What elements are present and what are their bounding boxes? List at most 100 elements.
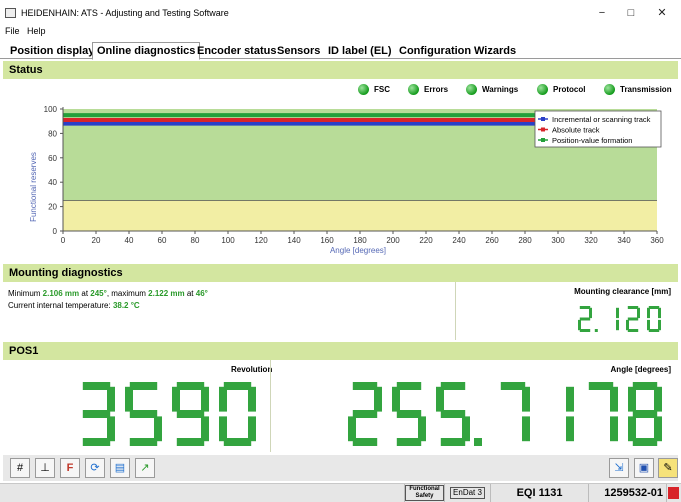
digit-segment <box>627 317 639 321</box>
digit-segment <box>129 410 158 418</box>
digit-segment <box>176 382 205 390</box>
digit-segment <box>579 317 591 321</box>
digit-segment <box>107 416 115 442</box>
menu-file[interactable]: File <box>5 26 20 36</box>
digit-segment <box>352 382 378 390</box>
digit-segment <box>352 438 378 446</box>
x-tick-label: 260 <box>485 236 499 245</box>
divider <box>455 282 456 340</box>
fahrenheit-celsius-icon[interactable]: F <box>60 458 80 478</box>
tab-id-label[interactable]: ID label (EL) <box>324 43 396 59</box>
pos1-header: POS1 <box>3 342 678 360</box>
chart-scale-icon[interactable]: ⇲ <box>609 458 629 478</box>
mounting-clearance-label: Mounting clearance [mm] <box>574 287 671 296</box>
reserve-band <box>63 200 657 231</box>
x-tick-label: 20 <box>92 236 101 245</box>
y-tick-label: 40 <box>48 178 57 187</box>
axes-icon[interactable]: ⊥ <box>35 458 55 478</box>
digit-segment <box>658 307 661 319</box>
digit-segment <box>374 386 382 412</box>
digit-segment <box>440 410 466 418</box>
close-button[interactable]: ✕ <box>650 5 674 21</box>
y-axis-label: Functional reserves <box>29 152 38 222</box>
functional-safety-badge: Functional Safety <box>404 484 444 502</box>
digit-segment <box>436 386 444 412</box>
digit-segment <box>627 306 639 309</box>
tab-wizards[interactable]: Wizards <box>470 43 520 59</box>
digit-segment <box>632 410 658 418</box>
y-tick-label: 20 <box>48 203 57 212</box>
digit-segment <box>396 410 422 418</box>
legend-marker <box>541 127 545 132</box>
tab-encoder-status[interactable]: Encoder status <box>193 43 280 59</box>
save-icon[interactable]: ▣ <box>634 458 654 478</box>
digit-segment <box>248 416 256 442</box>
digit-segment <box>201 386 209 412</box>
angle-label: Angle [degrees] <box>610 365 671 374</box>
digit-segment <box>610 416 618 442</box>
digit-segment <box>440 438 466 446</box>
error-flag-icon <box>666 484 680 502</box>
pos1-panel: Revolution Angle [degrees] <box>3 360 678 452</box>
x-tick-label: 80 <box>191 236 200 245</box>
export-icon[interactable]: ▤ <box>110 458 130 478</box>
digit-segment <box>172 386 180 412</box>
digit-segment <box>462 416 470 442</box>
x-axis-label: Angle [degrees] <box>330 246 386 255</box>
divider <box>270 360 271 452</box>
digit-segment <box>219 386 227 412</box>
digit-segment <box>648 329 660 332</box>
digit-segment <box>578 319 581 331</box>
digit-segment <box>627 329 639 332</box>
digit-segment <box>223 438 252 446</box>
window-title: HEIDENHAIN: ATS - Adjusting and Testing … <box>21 8 229 18</box>
digit-segment <box>396 382 422 390</box>
digit-segment <box>201 416 209 442</box>
revolution-label: Revolution <box>231 365 273 374</box>
x-tick-label: 280 <box>518 236 532 245</box>
digit-segment <box>392 386 400 412</box>
digit-segment <box>588 382 614 390</box>
encoder-model: EQI 1131 <box>490 484 588 502</box>
min-max-line: Minimum 2.106 mm at 245°, maximum 2.122 … <box>8 289 208 298</box>
menu-help[interactable]: Help <box>27 26 46 36</box>
legend-marker <box>541 138 545 142</box>
digit-segment <box>628 416 636 442</box>
digit-segment <box>616 319 619 331</box>
y-tick-label: 0 <box>53 227 58 236</box>
legend-label: Absolute track <box>552 126 600 135</box>
digit-segment <box>589 307 592 319</box>
minimize-button[interactable]: − <box>590 5 614 21</box>
grid-icon[interactable]: # <box>10 458 30 478</box>
wizard-icon[interactable]: ✎ <box>658 458 678 478</box>
tab-position-display[interactable]: Position display <box>6 43 98 59</box>
digit-segment <box>418 416 426 442</box>
chart-legend: Incremental or scanning track Absolute tr… <box>534 110 662 148</box>
mounting-info: Minimum 2.106 mm at 245°, maximum 2.122 … <box>8 288 208 312</box>
tab-sensors[interactable]: Sensors <box>273 43 324 59</box>
digit-segment <box>566 416 574 442</box>
tab-configuration[interactable]: Configuration <box>395 43 475 59</box>
x-tick-label: 340 <box>617 236 631 245</box>
digit-segment <box>647 307 650 319</box>
digit-segment <box>248 386 256 412</box>
digit-segment <box>647 319 650 331</box>
mounting-header: Mounting diagnostics <box>3 264 678 282</box>
digit-segment <box>82 382 111 390</box>
refresh-icon[interactable]: ⟳ <box>85 458 105 478</box>
app-icon <box>5 8 16 18</box>
chart-icon[interactable]: ↗ <box>135 458 155 478</box>
digit-segment <box>176 438 205 446</box>
digit-segment <box>82 410 111 418</box>
x-tick-label: 180 <box>353 236 367 245</box>
digit-segment <box>440 382 466 390</box>
digit-segment <box>654 416 662 442</box>
tab-online-diagnostics[interactable]: Online diagnostics <box>92 42 201 60</box>
status-bar: Functional Safety EnDat 3 EQI 1131 12595… <box>0 483 681 502</box>
digit-segment <box>82 438 111 446</box>
decimal-point <box>594 329 598 332</box>
digit-segment <box>579 329 591 332</box>
temperature-line: Current internal temperature: 38.2 °C <box>8 301 140 310</box>
maximize-button[interactable]: □ <box>619 5 643 21</box>
x-tick-label: 140 <box>287 236 301 245</box>
